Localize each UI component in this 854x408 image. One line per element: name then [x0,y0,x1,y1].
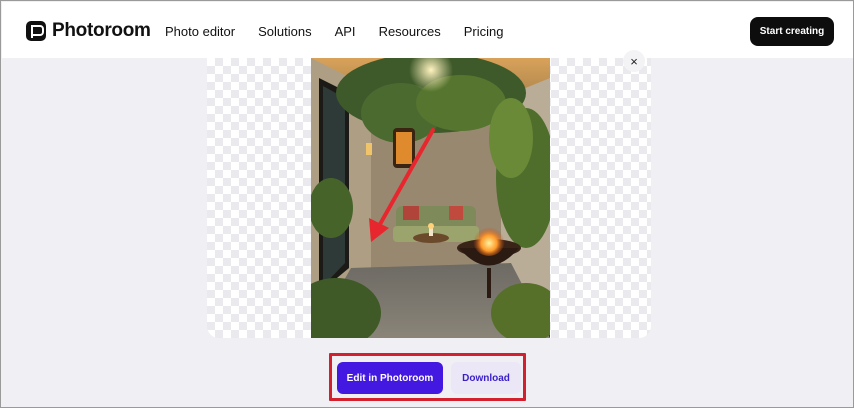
result-image [311,58,550,338]
nav-item-api[interactable]: API [335,24,356,39]
photoroom-logo-icon [26,21,46,41]
close-icon: × [630,53,638,69]
site-header: Photoroom Photo editor Solutions API Res… [2,2,853,58]
nav-item-pricing[interactable]: Pricing [464,24,504,39]
brand-logo[interactable]: Photoroom [26,20,151,42]
close-preview-button[interactable]: × [623,50,645,72]
edit-in-photoroom-button[interactable]: Edit in Photoroom [337,362,443,394]
nav-item-solutions[interactable]: Solutions [258,24,311,39]
garden-patio-photo [311,58,550,338]
browser-frame: Photoroom Photo editor Solutions API Res… [0,0,854,408]
download-button[interactable]: Download [451,362,521,394]
nav-item-resources[interactable]: Resources [379,24,441,39]
main-nav: Photo editor Solutions API Resources Pri… [165,24,503,39]
nav-item-photo-editor[interactable]: Photo editor [165,24,235,39]
start-creating-button[interactable]: Start creating [750,17,834,46]
brand-name: Photoroom [52,20,151,41]
